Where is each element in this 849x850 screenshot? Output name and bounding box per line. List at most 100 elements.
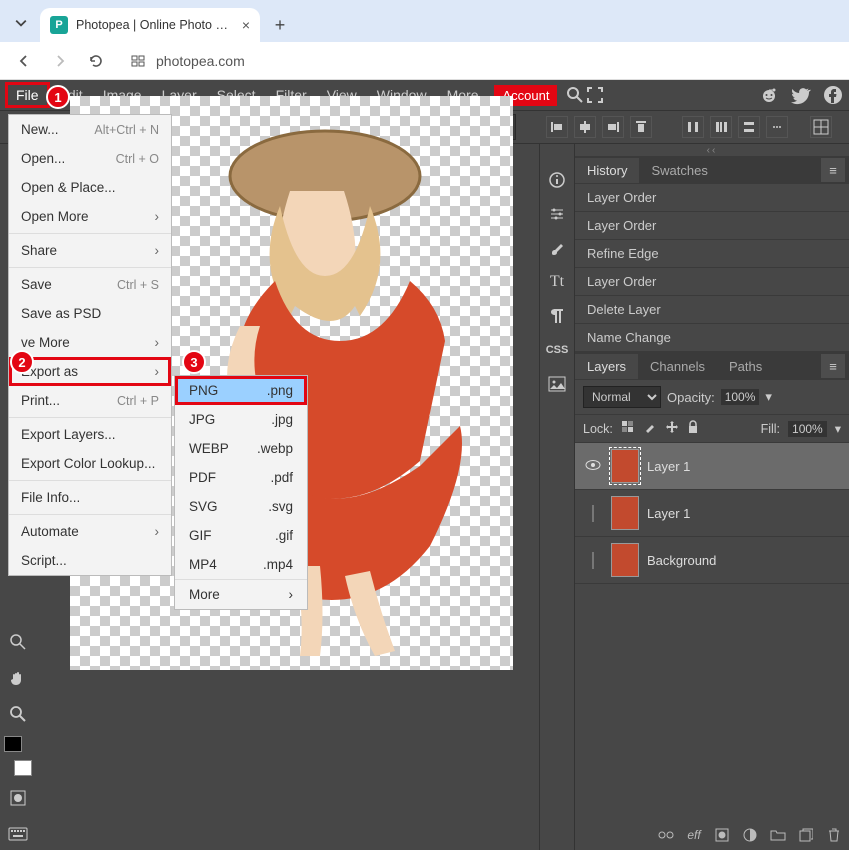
image-panel-icon[interactable] [543,372,571,396]
history-item[interactable]: Delete Layer [575,296,849,324]
visibility-toggle[interactable] [583,506,603,521]
layer-effects-icon[interactable]: eff [685,826,703,844]
distribute-more-icon[interactable] [766,116,788,138]
export-svg[interactable]: SVG.svg [175,492,307,521]
distribute-1-icon[interactable] [682,116,704,138]
history-tab[interactable]: History [575,158,639,183]
export-gif[interactable]: GIF.gif [175,521,307,550]
layer-thumbnail[interactable] [611,449,639,483]
file-print[interactable]: Print...Ctrl + P [9,386,171,415]
css-panel-icon[interactable]: CSS [543,338,571,362]
history-item[interactable]: Name Change [575,324,849,352]
keyboard-icon[interactable] [4,820,32,848]
layers-tab[interactable]: Layers [575,354,638,379]
type-panel-icon[interactable]: Tt [543,270,571,294]
layers-panel-menu-icon[interactable]: ≡ [821,354,845,378]
back-button[interactable] [10,47,38,75]
info-panel-icon[interactable] [543,168,571,192]
link-layers-icon[interactable] [657,826,675,844]
history-panel-menu-icon[interactable]: ≡ [821,158,845,182]
browser-tab[interactable]: P Photopea | Online Photo Edit × [40,8,260,42]
layer-row[interactable]: Layer 1 [575,490,849,537]
reload-button[interactable] [82,47,110,75]
align-right-icon[interactable] [602,116,624,138]
opacity-value[interactable]: 100% [721,389,760,405]
twitter-icon[interactable] [791,85,811,105]
paragraph-panel-icon[interactable] [543,304,571,328]
swatches-tab[interactable]: Swatches [639,158,719,183]
layer-thumbnail[interactable] [611,496,639,530]
color-bg-icon[interactable] [4,756,32,776]
facebook-icon[interactable] [823,85,843,105]
layer-thumbnail[interactable] [611,543,639,577]
fill-slider-icon[interactable]: ▾ [835,421,841,436]
adjust-panel-icon[interactable] [543,202,571,226]
export-jpg[interactable]: JPG.jpg [175,405,307,434]
new-layer-icon[interactable] [797,826,815,844]
file-script[interactable]: Script... [9,546,171,575]
dodge-tool-icon[interactable] [4,628,32,656]
layer-name[interactable]: Layer 1 [647,459,690,474]
tab-close-icon[interactable]: × [242,17,250,33]
file-export-clut[interactable]: Export Color Lookup... [9,449,171,478]
file-save[interactable]: SaveCtrl + S [9,270,171,299]
visibility-toggle[interactable] [583,553,603,568]
file-export-layers[interactable]: Export Layers... [9,420,171,449]
panel-collapse-handle[interactable]: ‹‹ [575,144,849,156]
layer-row[interactable]: Background [575,537,849,584]
layer-row[interactable]: Layer 1 [575,443,849,490]
brush-panel-icon[interactable] [543,236,571,260]
align-hcenter-icon[interactable] [574,116,596,138]
paths-tab[interactable]: Paths [717,354,774,379]
lock-brush-icon[interactable] [643,420,657,437]
lock-transparency-icon[interactable] [621,420,635,437]
history-item[interactable]: Layer Order [575,212,849,240]
visibility-icon[interactable] [583,459,603,474]
export-pdf[interactable]: PDF.pdf [175,463,307,492]
fullscreen-icon[interactable] [585,85,605,105]
adjustment-layer-icon[interactable] [741,826,759,844]
history-item[interactable]: Refine Edge [575,240,849,268]
export-webp[interactable]: WEBP.webp [175,434,307,463]
new-tab-button[interactable]: + [266,11,294,39]
lock-all-icon[interactable] [687,420,699,437]
file-open-more[interactable]: Open More› [9,202,171,231]
export-png[interactable]: PNG.png [175,376,307,405]
opacity-slider-icon[interactable]: ▾ [765,389,772,405]
file-open[interactable]: Open...Ctrl + O [9,144,171,173]
hand-tool-icon[interactable] [4,664,32,692]
delete-layer-icon[interactable] [825,826,843,844]
distribute-3-icon[interactable] [738,116,760,138]
file-share[interactable]: Share› [9,236,171,265]
file-save-more[interactable]: ve More› [9,328,171,357]
layer-mask-icon[interactable] [713,826,731,844]
grid-icon[interactable] [810,116,832,138]
search-icon[interactable] [565,85,585,105]
address-bar[interactable]: photopea.com [128,51,245,71]
file-new[interactable]: New...Alt+Ctrl + N [9,115,171,144]
forward-button[interactable] [46,47,74,75]
reddit-icon[interactable] [759,85,779,105]
export-mp4[interactable]: MP4.mp4 [175,550,307,579]
align-left-icon[interactable] [546,116,568,138]
layer-name[interactable]: Layer 1 [647,506,690,521]
export-more[interactable]: More› [175,579,307,609]
tab-search-dropdown[interactable] [8,10,34,36]
folder-icon[interactable] [769,826,787,844]
file-automate[interactable]: Automate› [9,517,171,546]
fill-value[interactable]: 100% [788,421,827,437]
menu-file[interactable]: File [6,83,49,107]
align-top-icon[interactable] [630,116,652,138]
site-settings-icon[interactable] [128,51,148,71]
file-open-place[interactable]: Open & Place... [9,173,171,202]
history-item[interactable]: Layer Order [575,184,849,212]
history-item[interactable]: Layer Order [575,268,849,296]
zoom-tool-icon[interactable] [4,700,32,728]
file-info[interactable]: File Info... [9,483,171,512]
distribute-2-icon[interactable] [710,116,732,138]
quickmask-icon[interactable] [4,784,32,812]
lock-move-icon[interactable] [665,420,679,437]
layer-name[interactable]: Background [647,553,716,568]
file-save-psd[interactable]: Save as PSD [9,299,171,328]
channels-tab[interactable]: Channels [638,354,717,379]
